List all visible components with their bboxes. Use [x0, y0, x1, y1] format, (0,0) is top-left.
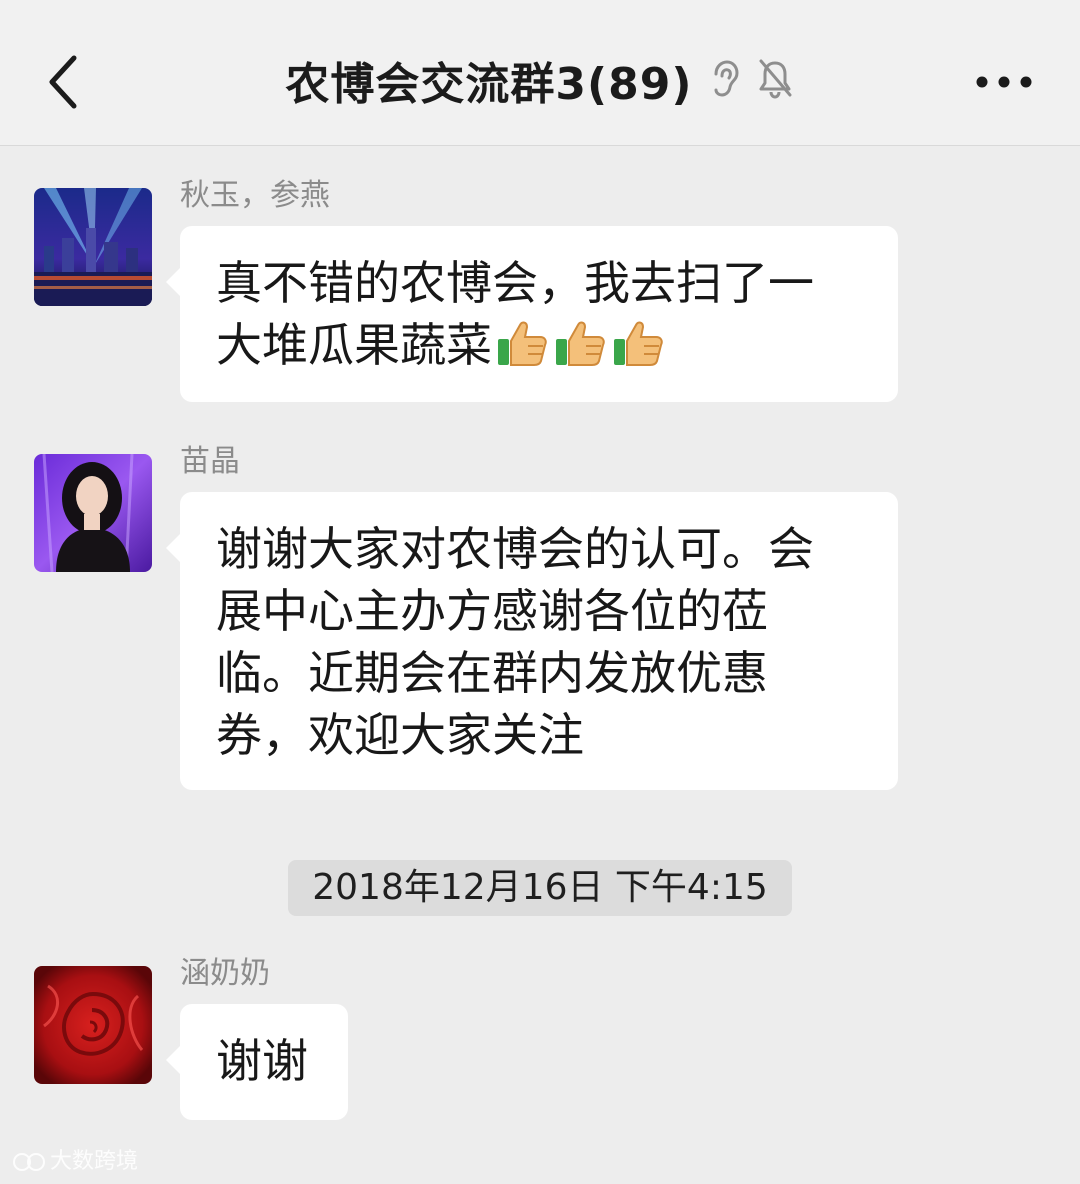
bell-muted-icon — [755, 57, 795, 103]
logo-icon — [13, 1153, 45, 1171]
message-list[interactable]: 秋玉，参燕 真不错的农博会，我去扫了一 大堆瓜果蔬菜 苗晶 谢谢大家对农博会的认… — [0, 146, 1080, 1184]
message-bubble[interactable]: 谢谢 — [166, 1004, 348, 1120]
watermark-text: 大数跨境 — [50, 1149, 139, 1174]
more-options-button[interactable] — [972, 62, 1036, 102]
timestamp-chip: 2018年12月16日 下午4:15 — [288, 860, 792, 916]
message-text-line: 券，欢迎大家关注 — [216, 708, 584, 762]
message-text-line: 谢谢 — [216, 1034, 308, 1088]
message-bubble[interactable]: 真不错的农博会，我去扫了一 大堆瓜果蔬菜 — [166, 226, 898, 402]
message-text-line: 谢谢大家对农博会的认可。会 — [216, 522, 814, 576]
more-dots-icon — [976, 76, 1032, 88]
watermark: 大数跨境 — [10, 1148, 138, 1176]
sender-name: 涵奶奶 — [180, 956, 270, 991]
message-text-line: 展中心主办方感谢各位的莅 — [216, 584, 768, 638]
message-text-line: 临。近期会在群内发放优惠 — [216, 646, 768, 700]
avatar-miaojing[interactable] — [34, 454, 152, 572]
sender-name: 秋玉，参燕 — [180, 178, 330, 213]
thumbs-up-icon — [556, 321, 605, 366]
chat-title-area: 农博会交流群3(89) — [0, 48, 1080, 118]
sender-name: 苗晶 — [180, 444, 240, 479]
message-text-line: 真不错的农博会，我去扫了一 — [216, 256, 814, 310]
thumbs-up-icon — [614, 321, 663, 366]
ear-icon — [708, 58, 740, 102]
thumbs-up-icon — [498, 321, 547, 366]
chat-title: 农博会交流群3(89) — [285, 59, 693, 110]
message-bubble[interactable]: 谢谢大家对农博会的认可。会 展中心主办方感谢各位的莅 临。近期会在群内发放优惠 … — [166, 492, 898, 790]
chat-header: 农博会交流群3(89) — [0, 0, 1080, 146]
message-text-line: 大堆瓜果蔬菜 — [216, 314, 862, 382]
avatar-hannainai[interactable] — [34, 966, 152, 1084]
emoji-group — [496, 317, 670, 382]
avatar-qiuyu[interactable] — [34, 188, 152, 306]
